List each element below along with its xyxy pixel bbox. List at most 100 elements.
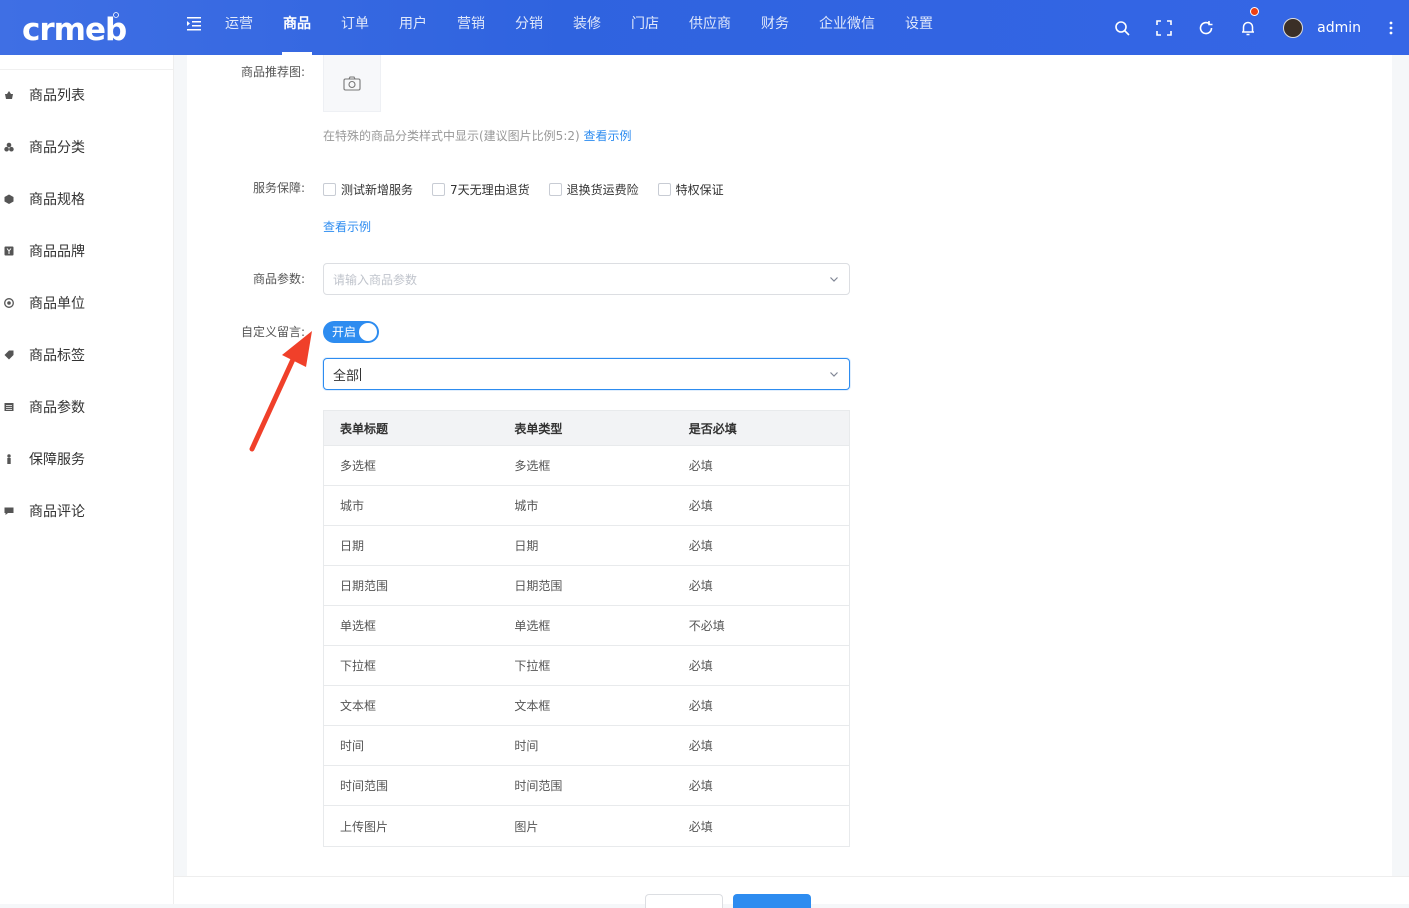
crmeb-logo[interactable]: crmeb: [22, 8, 132, 48]
sidebar-item-list[interactable]: 商品参数: [0, 381, 174, 433]
table-cell: 文本框: [340, 699, 377, 713]
menu-collapse-icon[interactable]: [186, 15, 202, 31]
params-placeholder: 请输入商品参数: [333, 272, 418, 287]
nav-item[interactable]: 用户: [384, 0, 442, 55]
nav-item[interactable]: 企业微信: [804, 0, 890, 55]
comment-icon: [4, 506, 14, 516]
nav-item[interactable]: 商品: [268, 0, 326, 55]
nav-item[interactable]: 运营: [210, 0, 268, 55]
sidebar-item-label: 商品评论: [29, 504, 85, 520]
checkbox-box[interactable]: [323, 183, 336, 196]
product-form-card: 商品推荐图: 在特殊的商品分类样式中显示(建议图片比例5:2) 查看示例 服务保…: [187, 55, 1392, 876]
table-row: 时间范围 时间范围 必填: [324, 766, 849, 806]
table-cell: 必填: [688, 819, 713, 834]
switch-label: 开启: [332, 325, 357, 339]
column-header: 表单类型: [514, 421, 563, 436]
table-row: 下拉框 下拉框 必填: [324, 646, 849, 686]
avatar[interactable]: [1283, 17, 1304, 38]
unit-icon: [4, 298, 14, 308]
sidebar-item-service[interactable]: 保障服务: [0, 433, 174, 485]
tag-icon: [4, 350, 14, 360]
fullscreen-icon[interactable]: [1143, 0, 1185, 55]
sidebar-item-cubes[interactable]: 商品分类: [0, 121, 174, 173]
table-cell: 必填: [688, 779, 713, 793]
view-example-link[interactable]: 查看示例: [584, 129, 632, 143]
nav-item[interactable]: 订单: [326, 0, 384, 55]
table-cell: 必填: [688, 499, 713, 513]
switch-knob: [359, 323, 377, 341]
service-checkbox[interactable]: 7天无理由退货: [432, 181, 530, 198]
service-checkbox[interactable]: 测试新增服务: [323, 181, 413, 198]
table-cell: 城市: [514, 499, 539, 513]
table-row: 多选框 多选框 必填: [324, 446, 849, 486]
page-scroll-gutter: [1392, 55, 1409, 876]
nav-item[interactable]: 设置: [890, 0, 948, 55]
nav-item[interactable]: 门店: [616, 0, 674, 55]
custom-message-switch[interactable]: 开启: [323, 321, 379, 343]
nav-item[interactable]: 分销: [500, 0, 558, 55]
table-row: 日期 日期 必填: [324, 526, 849, 566]
table-cell: 日期: [514, 539, 539, 553]
nav-item[interactable]: 装修: [558, 0, 616, 55]
checkbox-box[interactable]: [432, 183, 446, 196]
table-cell: 日期范围: [340, 579, 389, 593]
sidebar-item-label: 商品分类: [29, 140, 85, 156]
table-cell: 时间: [514, 739, 539, 753]
table-row: 城市 城市 必填: [324, 486, 849, 526]
checkbox-box[interactable]: [657, 183, 671, 196]
recommend-image-hint: 在特殊的商品分类样式中显示(建议图片比例5:2) 查看示例: [323, 129, 632, 143]
service-checkbox-group: 测试新增服务 7天无理由退货 退换货运费险 特权保证: [323, 181, 743, 198]
more-vertical-icon[interactable]: [1379, 0, 1403, 55]
username[interactable]: admin: [1317, 20, 1361, 36]
brand-icon: [4, 246, 14, 256]
camera-icon: [343, 76, 361, 91]
table-cell: 必填: [688, 539, 713, 553]
search-icon[interactable]: [1101, 0, 1143, 55]
nav-item[interactable]: 供应商: [674, 0, 746, 55]
table-cell: 必填: [688, 739, 713, 753]
column-header: 表单标题: [340, 421, 389, 436]
table-row: 日期范围 日期范围 必填: [324, 566, 849, 606]
sidebar-item-cube[interactable]: 商品规格: [0, 173, 174, 225]
table-header: 表单标题 表单类型 是否必填: [324, 411, 849, 446]
sidebar-item-label: 商品规格: [29, 192, 85, 208]
table-cell: 不必填: [688, 619, 725, 633]
sidebar-item-label: 商品列表: [29, 88, 85, 104]
service-example-link[interactable]: 查看示例: [323, 218, 371, 235]
table-cell: 必填: [688, 459, 713, 473]
table-cell: 日期范围: [514, 579, 563, 593]
refresh-icon[interactable]: [1185, 0, 1227, 55]
service-icon: [4, 454, 14, 464]
nav-item[interactable]: 营销: [442, 0, 500, 55]
table-cell: 城市: [340, 499, 365, 513]
checkbox-box[interactable]: [548, 183, 562, 196]
cancel-button[interactable]: [645, 894, 723, 908]
table-cell: 时间: [340, 739, 365, 753]
sidebar-item-tag[interactable]: 商品标签: [0, 329, 174, 381]
service-option-label: 退换货运费险: [566, 183, 639, 197]
sidebar-item-brand[interactable]: 商品品牌: [0, 225, 174, 277]
service-checkbox[interactable]: 退换货运费险: [548, 181, 639, 198]
sidebar-item-comment[interactable]: 商品评论: [0, 485, 174, 537]
sidebar-item-label: 商品标签: [29, 348, 85, 364]
red-arrow-annotation: [249, 331, 312, 452]
sidebar-item-unit[interactable]: 商品单位: [0, 277, 174, 329]
sidebar-item-label: 商品单位: [29, 296, 85, 312]
nav-item[interactable]: 财务: [746, 0, 804, 55]
sidebar-item-basket[interactable]: 商品列表: [0, 69, 174, 121]
message-scope-select[interactable]: 全部: [323, 358, 850, 390]
service-checkbox[interactable]: 特权保证: [657, 181, 724, 198]
sidebar: 商品列表商品分类商品规格商品品牌商品单位商品标签商品参数保障服务商品评论: [0, 55, 174, 904]
main-nav: 运营 商品 订单 用户 营销 分销 装修 门店 供应商 财务 企业微信 设置: [210, 0, 948, 55]
recommend-image-upload[interactable]: [323, 55, 381, 112]
form-footer: [174, 876, 1409, 908]
params-select[interactable]: 请输入商品参数: [323, 263, 850, 295]
sidebar-item-label: 商品品牌: [29, 244, 85, 260]
sidebar-item-label: 保障服务: [29, 452, 85, 468]
table-row: 时间 时间 必填: [324, 726, 849, 766]
notification-bell-icon[interactable]: [1227, 0, 1269, 55]
submit-button[interactable]: [733, 894, 811, 908]
basket-icon: [4, 90, 14, 100]
list-icon: [4, 402, 14, 412]
table-cell: 时间范围: [514, 779, 563, 793]
